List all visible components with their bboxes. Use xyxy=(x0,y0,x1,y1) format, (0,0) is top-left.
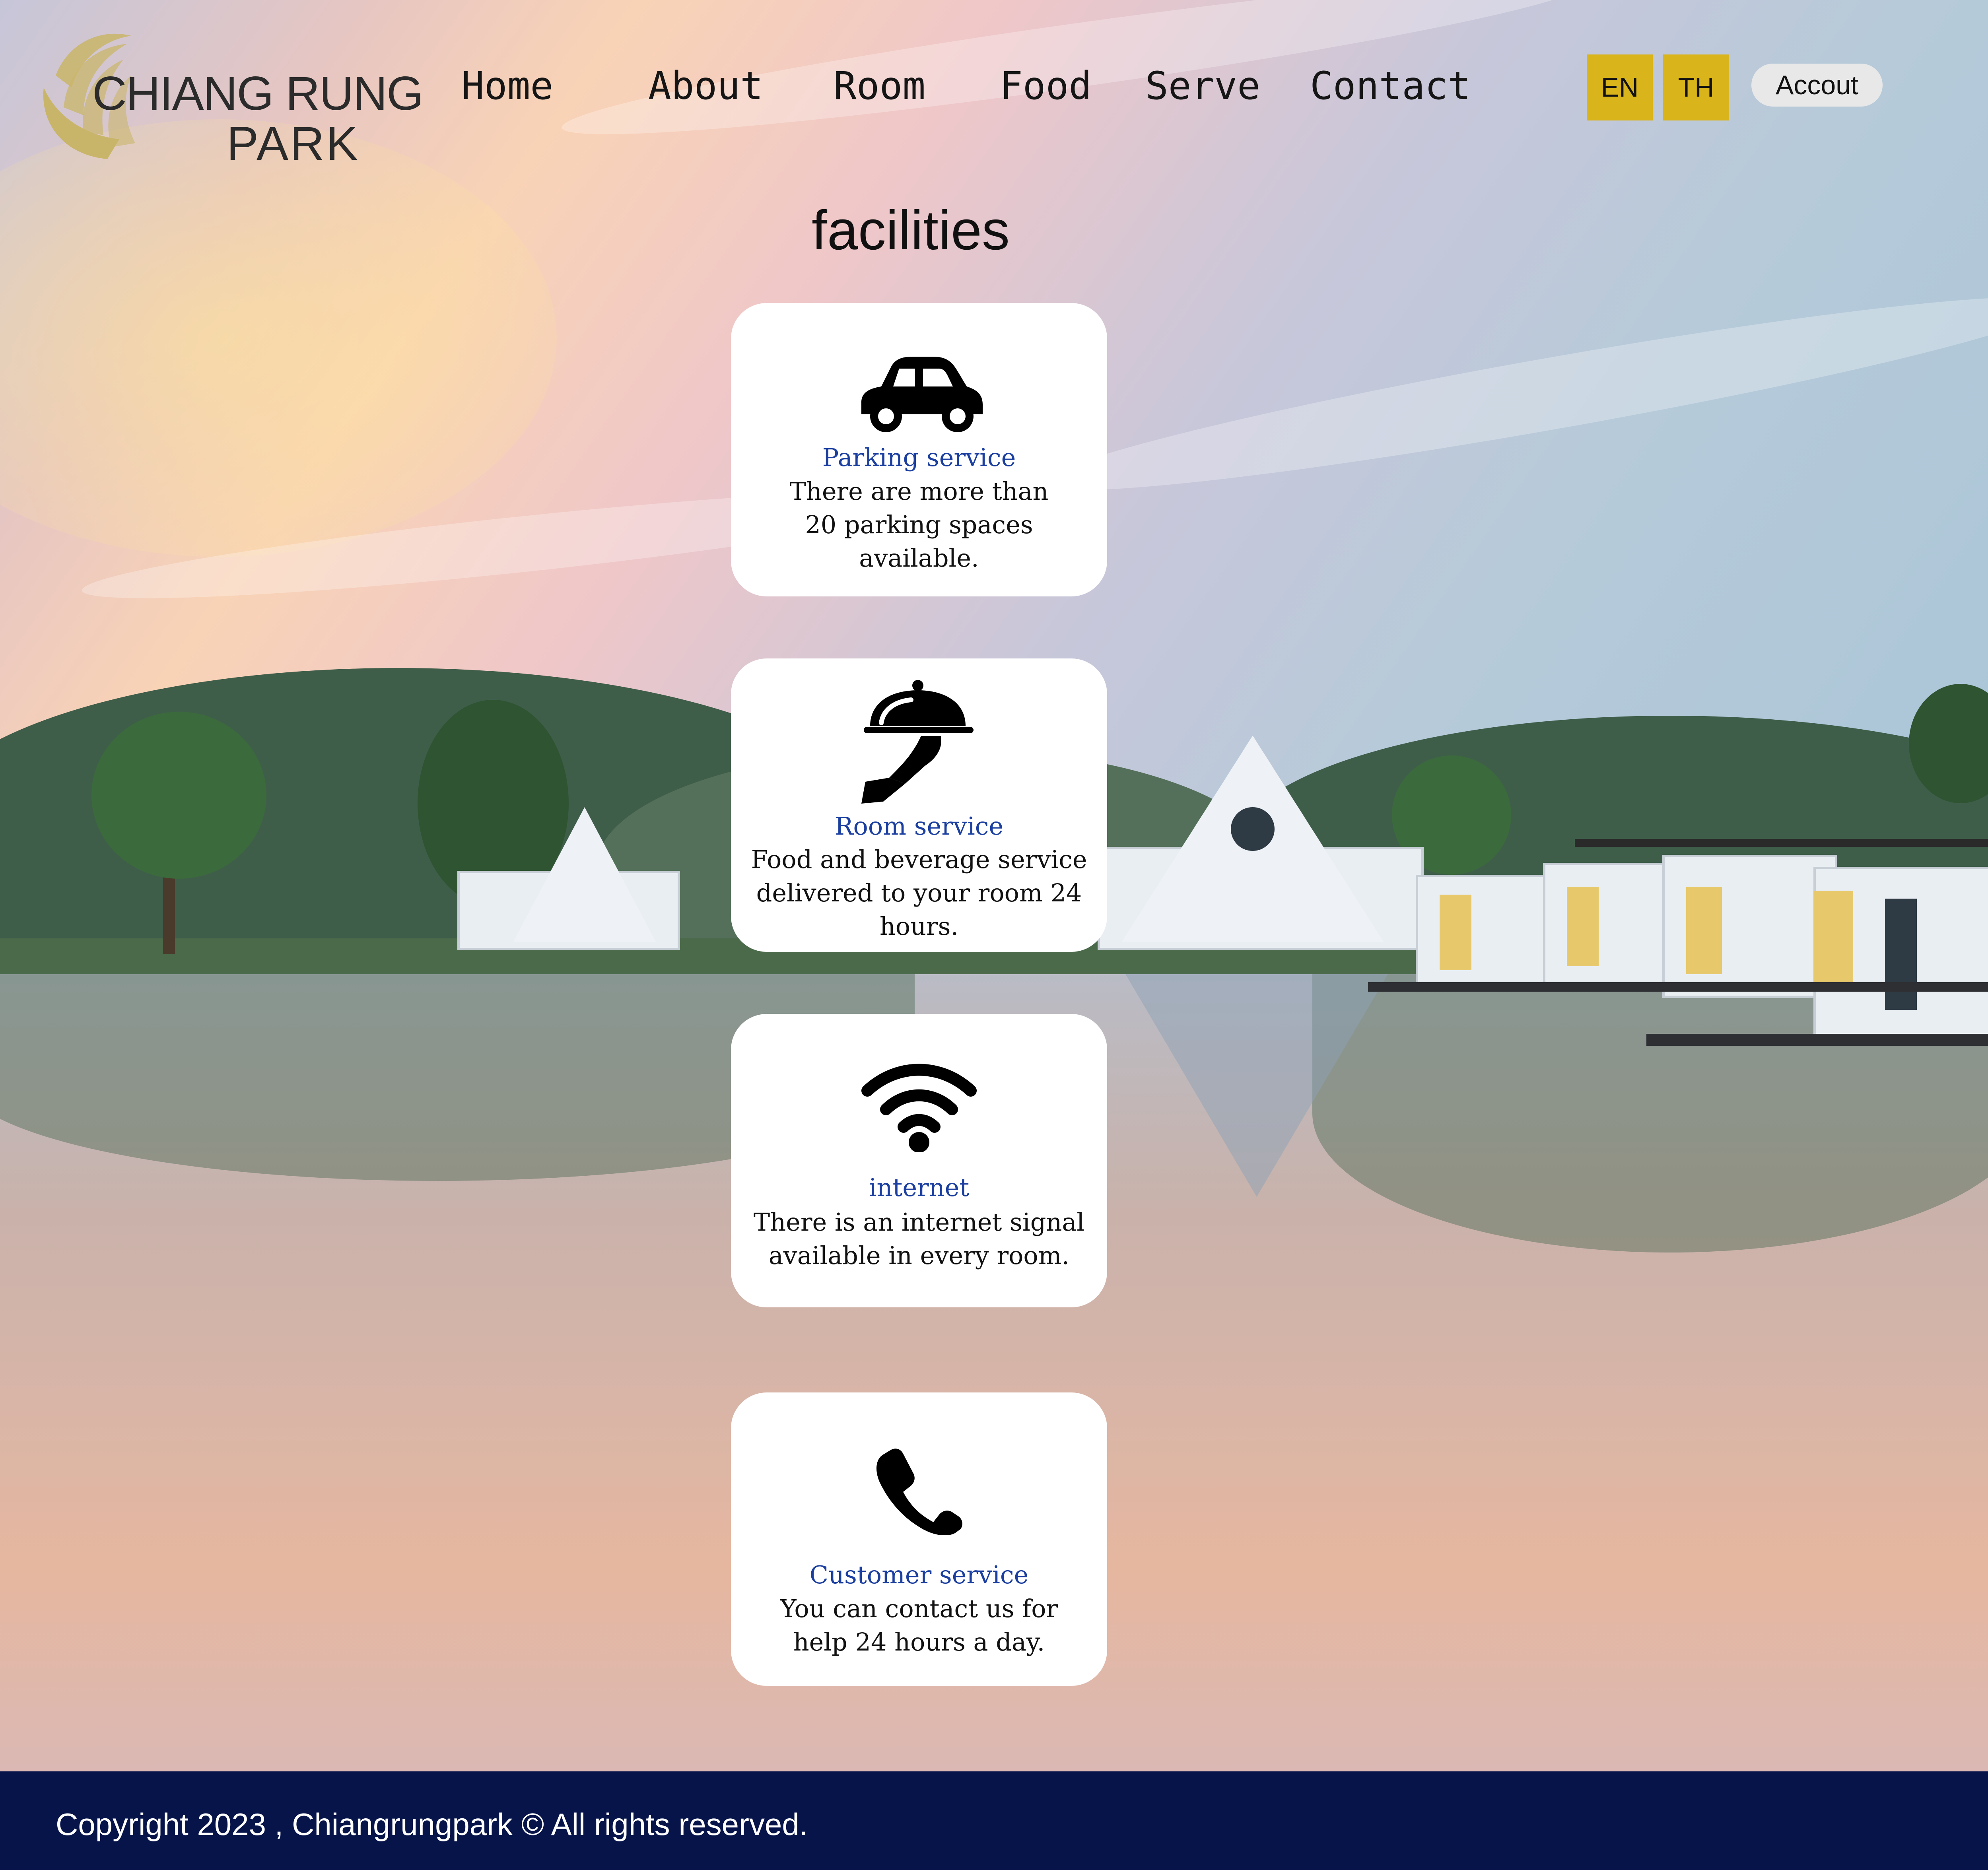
lang-th-button[interactable]: TH xyxy=(1663,54,1729,120)
round-window xyxy=(1231,807,1275,851)
yellow-panel xyxy=(1813,891,1853,990)
card-title: internet xyxy=(869,1173,970,1202)
floating-house xyxy=(1416,875,1551,986)
facility-card-room-service: Room service Food and beverage service d… xyxy=(731,658,1107,952)
room-service-icon xyxy=(731,678,1107,806)
yellow-panel xyxy=(1567,887,1599,966)
nav-contact[interactable]: Contact xyxy=(1310,64,1471,108)
lang-en-button[interactable]: EN xyxy=(1587,54,1653,120)
card-description: You can contact us for help 24 hours a d… xyxy=(780,1594,1058,1656)
phone-icon xyxy=(731,1447,1107,1535)
railing xyxy=(1575,839,1988,847)
nav-food[interactable]: Food xyxy=(1000,64,1092,108)
card-description: There is an internet signal available in… xyxy=(753,1208,1085,1270)
nav-home[interactable]: Home xyxy=(461,64,553,108)
card-title: Parking service xyxy=(822,443,1016,472)
logo[interactable]: CHIANG RUNG PARK xyxy=(40,28,424,171)
yellow-panel xyxy=(1686,887,1722,974)
dock xyxy=(1646,1034,1988,1046)
window xyxy=(1885,899,1917,1010)
account-button[interactable]: Accout xyxy=(1751,64,1883,107)
card-title: Room service xyxy=(834,812,1004,841)
page-title: facilities xyxy=(812,199,1010,261)
card-title: Customer service xyxy=(809,1560,1029,1589)
tree xyxy=(91,712,266,879)
card-description: Food and beverage service delivered to y… xyxy=(751,845,1087,941)
dock xyxy=(1368,982,1988,992)
nav-serve[interactable]: Serve xyxy=(1145,64,1260,108)
logo-text-line1: CHIANG RUNG xyxy=(92,67,424,120)
card-description: There are more than 20 parking spaces av… xyxy=(789,477,1049,573)
logo-text-line2: PARK xyxy=(227,117,360,170)
car-icon xyxy=(731,355,1107,434)
facility-card-internet: internet There is an internet signal ava… xyxy=(731,1014,1107,1307)
nav-about[interactable]: About xyxy=(648,64,763,108)
copyright-text: Copyright 2023 , Chiangrungpark © All ri… xyxy=(56,1807,808,1842)
footer: Copyright 2023 , Chiangrungpark © All ri… xyxy=(0,1771,1988,1870)
nav-room[interactable]: Room xyxy=(834,64,925,108)
yellow-panel xyxy=(1440,895,1471,970)
wifi-icon xyxy=(731,1061,1107,1152)
facility-card-parking: Parking service There are more than 20 p… xyxy=(731,303,1107,596)
a-frame-roof xyxy=(513,807,656,942)
facility-card-customer-service: Customer service You can contact us for … xyxy=(731,1392,1107,1686)
